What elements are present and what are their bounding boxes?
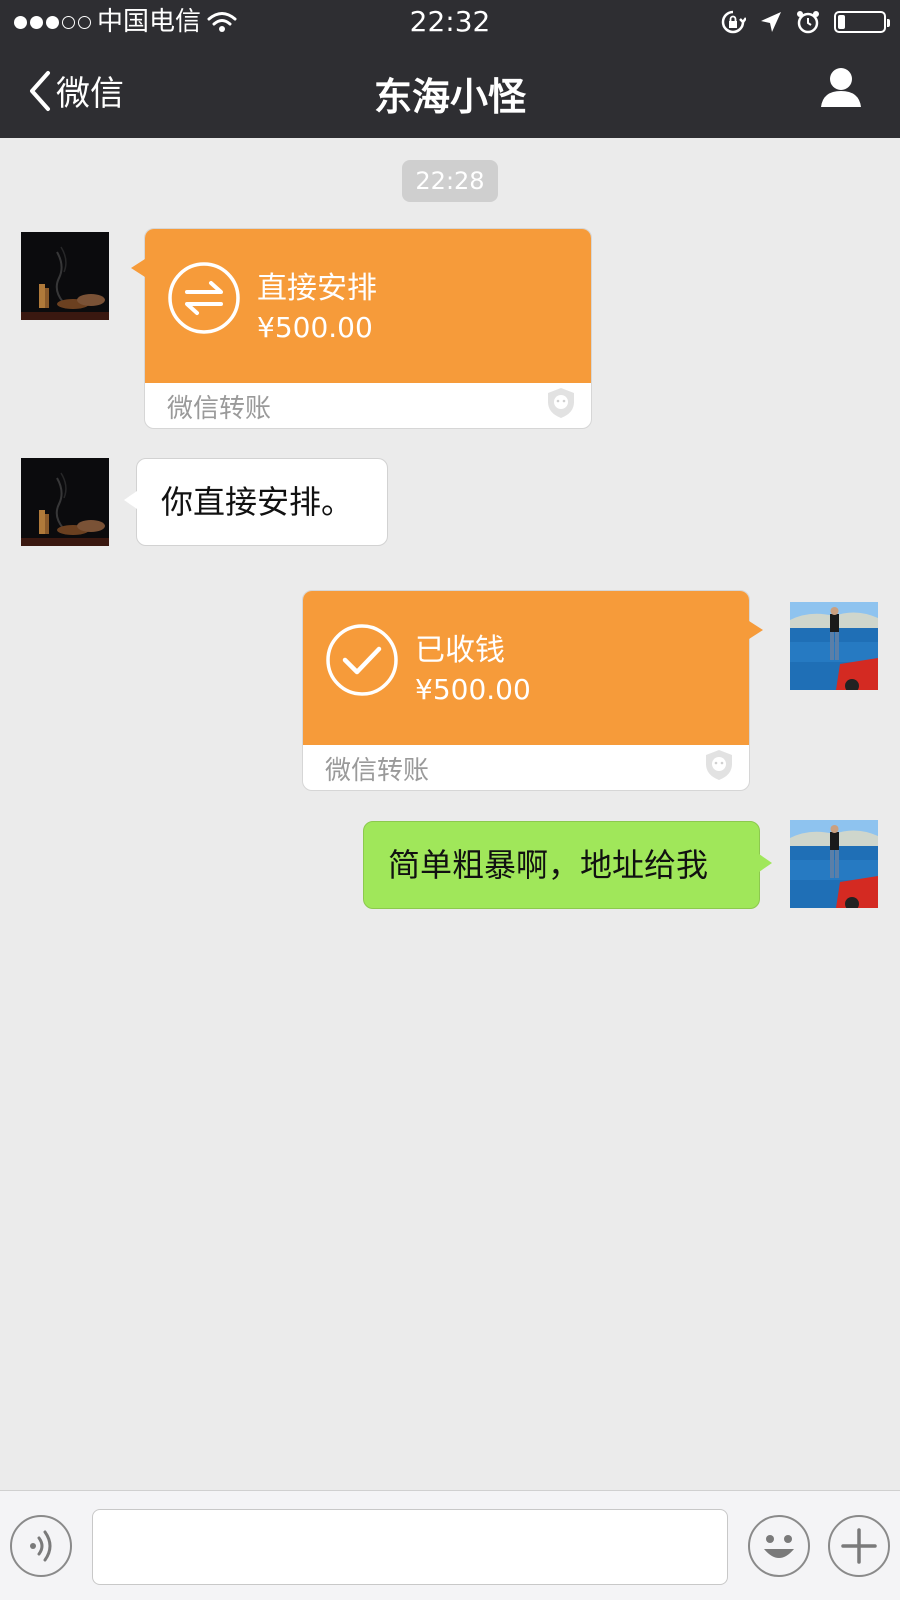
status-right: [720, 0, 890, 44]
alarm-icon: [797, 11, 819, 34]
message-text: 简单粗暴啊，地址给我: [388, 846, 709, 884]
person-icon: [821, 68, 861, 107]
top-bar: 中国电信 22:32 微信 东海小怪: [0, 0, 900, 138]
chat-area[interactable]: 22:28 直接安排 ¥500.00 微信转账 你直接安排。 已收钱 ¥500.…: [0, 138, 900, 1490]
bubble-tail: [759, 854, 772, 872]
lake-car-avatar-image: [790, 602, 878, 690]
transfer-footer: 微信转账: [167, 394, 272, 424]
message-timestamp: 22:28: [402, 160, 498, 202]
status-bar: 中国电信 22:32: [0, 0, 900, 44]
contact-avatar[interactable]: [21, 232, 109, 320]
chat-title: 东海小怪: [373, 75, 526, 119]
rotation-lock-icon: [721, 10, 746, 34]
transfer-amount: ¥500.00: [415, 673, 531, 706]
incense-avatar-image: [21, 458, 109, 546]
transfer-card-header: 已收钱 ¥500.00: [303, 591, 749, 745]
location-arrow-icon: [761, 12, 781, 32]
profile-button[interactable]: [820, 66, 862, 112]
transfer-card-header: 直接安排 ¥500.00: [145, 229, 591, 383]
shield-icon: [548, 388, 574, 418]
nav-bar: 微信 东海小怪: [0, 44, 900, 138]
checkmark-icon: [326, 624, 398, 696]
transfer-footer: 微信转账: [325, 756, 430, 786]
transfer-card-received[interactable]: 直接安排 ¥500.00 微信转账: [131, 228, 592, 429]
contact-avatar[interactable]: [21, 458, 109, 546]
message-text: 你直接安排。: [161, 483, 354, 521]
message-input[interactable]: [92, 1509, 728, 1585]
incense-avatar-image: [21, 232, 109, 320]
bubble-tail: [749, 621, 763, 639]
bubble-tail: [124, 491, 137, 509]
my-avatar[interactable]: [790, 820, 878, 908]
more-button[interactable]: [828, 1515, 890, 1577]
plus-icon: [841, 1528, 877, 1564]
bubble-tail: [131, 259, 145, 277]
battery-fill: [838, 15, 845, 29]
battery-icon: [834, 11, 890, 33]
transfer-amount: ¥500.00: [257, 311, 373, 344]
received-message-bubble[interactable]: 你直接安排。: [124, 458, 388, 546]
transfer-card-accepted[interactable]: 已收钱 ¥500.00 微信转账: [302, 590, 763, 791]
voice-icon: [30, 1530, 52, 1562]
voice-button[interactable]: [10, 1515, 72, 1577]
sent-message-bubble[interactable]: 简单粗暴啊，地址给我: [363, 821, 772, 909]
transfer-arrows-icon: [168, 262, 240, 334]
lake-car-avatar-image: [790, 820, 878, 908]
emoji-button[interactable]: [748, 1515, 810, 1577]
transfer-title: 直接安排: [257, 271, 377, 306]
shield-icon: [706, 750, 732, 780]
transfer-title: 已收钱: [415, 633, 505, 668]
my-avatar[interactable]: [790, 602, 878, 690]
input-bar: [0, 1490, 900, 1600]
emoji-icon: [764, 1535, 794, 1558]
